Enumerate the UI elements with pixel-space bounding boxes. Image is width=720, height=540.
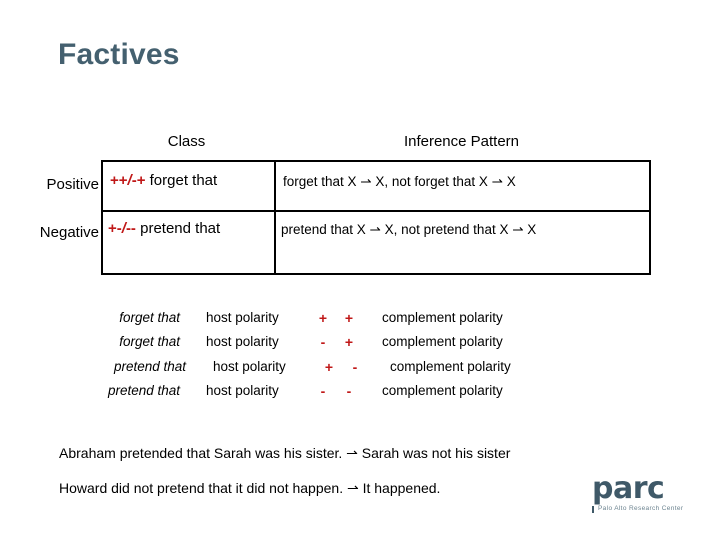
polarity-host: host polarity [213, 359, 286, 374]
polarity-sign-complement: + [344, 334, 354, 350]
polarity-sign-complement: - [346, 383, 352, 399]
row-label-negative: Negative [39, 224, 99, 241]
polarity-sign-host: - [320, 383, 326, 399]
example-sentence-1: Abraham pretended that Sarah was his sis… [59, 445, 511, 461]
table-column-divider [274, 162, 276, 273]
polarity-sign-complement: + [344, 310, 354, 326]
table-row-divider [103, 210, 649, 212]
polarity-row: forget that host polarity + + complement… [0, 310, 720, 334]
polarity-host: host polarity [206, 383, 279, 398]
example-sentence-2: Howard did not pretend that it did not h… [59, 480, 441, 496]
polarity-row: pretend that host polarity - - complemen… [0, 383, 720, 407]
polarity-row: pretend that host polarity + - complemen… [0, 359, 720, 383]
factives-table: ++/-+ forget that +-/-- pretend that for… [101, 160, 651, 275]
signature-negative: +-/-- [108, 220, 136, 237]
column-header-class: Class [167, 133, 206, 150]
table-cell-class-positive: ++/-+ forget that [110, 172, 217, 189]
polarity-predicate: forget that [119, 310, 180, 325]
predicate-positive: forget that [149, 172, 218, 189]
parc-logo-subtitle-text: Palo Alto Research Center [598, 505, 684, 512]
page-title: Factives [58, 38, 180, 71]
polarity-host: host polarity [206, 310, 279, 325]
predicate-negative: pretend that [140, 220, 221, 237]
parc-logo-bar-icon [592, 506, 594, 513]
parc-logo-wordmark: parc [592, 471, 665, 506]
polarity-sign-complement: - [352, 359, 358, 375]
parc-logo: parc Palo Alto Research Center [592, 474, 702, 518]
polarity-predicate: pretend that [107, 383, 180, 398]
polarity-row: forget that host polarity - + complement… [0, 334, 720, 358]
polarity-complement: complement polarity [382, 334, 503, 349]
polarity-predicate: pretend that [113, 359, 186, 374]
row-label-positive: Positive [46, 176, 99, 193]
polarity-complement: complement polarity [382, 383, 503, 398]
table-cell-class-negative: +-/-- pretend that [108, 220, 220, 237]
polarity-complement: complement polarity [382, 310, 503, 325]
polarity-sign-host: + [318, 310, 328, 326]
table-cell-inference-positive: forget that X ⇀ X, not forget that X ⇀ X [283, 174, 516, 189]
signature-positive: ++/-+ [110, 172, 146, 189]
column-header-inference-pattern: Inference Pattern [403, 133, 520, 150]
table-cell-inference-negative: pretend that X ⇀ X, not pretend that X ⇀… [281, 222, 537, 237]
polarity-predicate: forget that [119, 334, 180, 349]
polarity-sign-host: - [320, 334, 326, 350]
polarity-host: host polarity [206, 334, 279, 349]
parc-logo-subtitle: Palo Alto Research Center [592, 505, 702, 513]
polarity-complement: complement polarity [390, 359, 511, 374]
polarity-sign-host: + [324, 359, 334, 375]
